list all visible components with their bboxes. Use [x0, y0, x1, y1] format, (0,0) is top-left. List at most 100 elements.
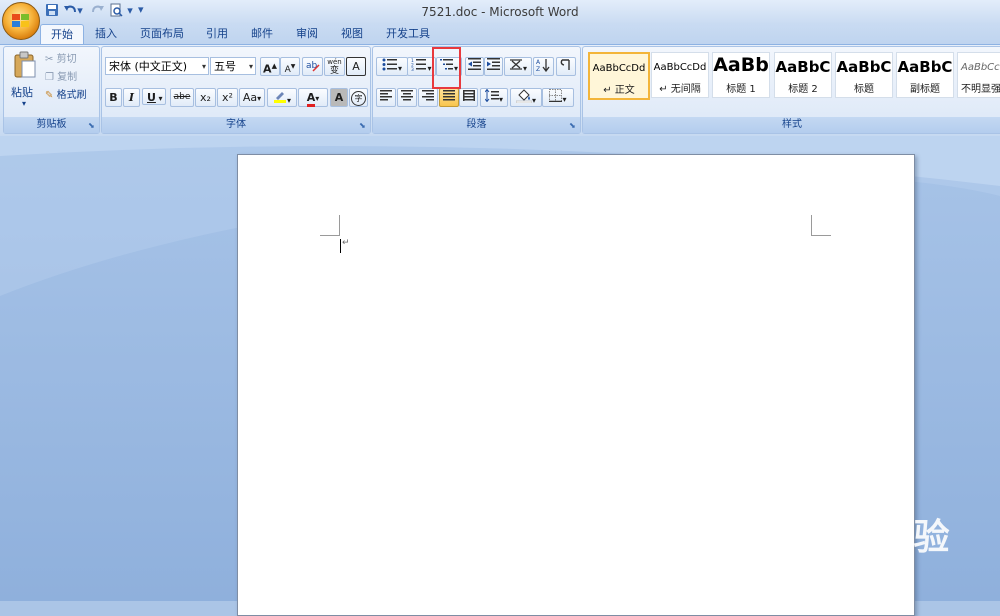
clear-formatting-button[interactable]: ab — [302, 57, 323, 76]
numbering-icon: 123 — [411, 58, 427, 73]
justify-button[interactable] — [439, 88, 459, 107]
paragraph-group: ▾ 1 2 3 ▾ ▾ ▾ AZ ▾ ▾ ▾ 段落 ⬊ — [372, 46, 581, 134]
window-title: 7521.doc - Microsoft Word — [421, 5, 579, 19]
style-normal-sample: AaBbCcDd — [592, 63, 646, 74]
borders-button[interactable]: ▾ — [542, 88, 574, 107]
tab-developer[interactable]: 开发工具 — [380, 24, 436, 44]
justify-icon — [443, 90, 455, 101]
enclose-characters-button[interactable]: 字 — [349, 88, 368, 107]
paragraph-mark: ↵ — [342, 238, 350, 248]
paintbrush-icon: ✎ — [45, 90, 54, 101]
copy-button[interactable]: ❐ 复制 — [44, 68, 98, 88]
decrease-indent-button[interactable] — [465, 57, 484, 76]
paragraph-dialog-launcher-icon[interactable]: ⬊ — [569, 122, 578, 131]
font-dialog-launcher-icon[interactable]: ⬊ — [359, 122, 368, 131]
watermark-url: jingyan.baidu.com — [772, 558, 911, 576]
sort-button[interactable]: AZ — [533, 57, 554, 76]
subscript-button[interactable]: x₂ — [195, 88, 216, 107]
align-right-icon — [422, 90, 434, 101]
grow-font-label: A — [263, 62, 272, 76]
font-group: 宋体 (中文正文) ▾ 五号 ▾ A▲ A▼ ab wén 变 A B I U ▾… — [101, 46, 371, 134]
strikethrough-button[interactable]: abe — [170, 88, 194, 107]
bold-button[interactable]: B — [105, 88, 122, 107]
underline-button[interactable]: U ▾ — [142, 88, 166, 105]
borders-dropdown-icon[interactable]: ▾ — [562, 95, 566, 104]
copy-icon: ❐ — [45, 72, 54, 83]
bullets-dropdown-icon[interactable]: ▾ — [398, 64, 402, 73]
cut-button[interactable]: ✂ 剪切 — [44, 50, 98, 70]
svg-text:A: A — [536, 59, 541, 66]
shading-dropdown-icon[interactable]: ▾ — [532, 96, 536, 105]
print-preview-icon[interactable] — [108, 3, 124, 19]
font-name-dropdown-icon[interactable]: ▾ — [202, 58, 206, 76]
style-subtle-emphasis-name: 不明显强 — [961, 84, 1000, 95]
tab-page-layout[interactable]: 页面布局 — [134, 24, 190, 44]
bullets-button[interactable]: ▾ — [376, 57, 408, 76]
crop-mark-top-right-h — [811, 235, 831, 236]
align-center-button[interactable] — [397, 88, 417, 107]
format-painter-button[interactable]: ✎ 格式刷 — [44, 86, 100, 106]
underline-dropdown-icon[interactable]: ▾ — [156, 94, 162, 103]
increase-indent-button[interactable] — [484, 57, 503, 76]
style-no-spacing-name: ↵ 无间隔 — [659, 84, 701, 95]
crop-mark-top-left-h — [320, 235, 340, 236]
show-paragraph-marks-button[interactable] — [556, 57, 576, 76]
redo-icon[interactable] — [90, 3, 106, 19]
style-normal[interactable]: AaBbCcDd ↵ 正文 — [588, 52, 650, 100]
character-border-button[interactable]: A — [346, 57, 366, 76]
align-left-button[interactable] — [376, 88, 396, 107]
change-case-dropdown-icon[interactable]: ▾ — [257, 94, 261, 103]
highlighter-icon — [273, 92, 286, 103]
paste-dropdown-icon[interactable]: ▾ — [22, 99, 26, 108]
change-case-button[interactable]: Aa▾ — [239, 88, 265, 107]
format-painter-label: 格式刷 — [56, 90, 87, 101]
font-size-combo[interactable]: 五号 ▾ — [210, 57, 256, 75]
font-color-label: A — [306, 92, 316, 107]
distributed-button[interactable] — [459, 88, 478, 107]
grow-font-button[interactable]: A▲ — [260, 57, 280, 76]
style-no-spacing[interactable]: AaBbCcDd ↵ 无间隔 — [651, 52, 709, 98]
style-heading-2[interactable]: AaBbC 标题 2 — [774, 52, 832, 98]
tab-review[interactable]: 审阅 — [289, 24, 325, 44]
numbering-dropdown-icon[interactable]: ▾ — [427, 64, 431, 73]
line-spacing-dropdown-icon[interactable]: ▾ — [499, 95, 503, 104]
chinese-layout-dropdown-icon[interactable]: ▾ — [523, 64, 527, 73]
italic-button[interactable]: I — [123, 88, 140, 107]
shrink-font-button[interactable]: A▼ — [280, 57, 300, 76]
quick-access-more-icon[interactable]: ▾ — [126, 3, 134, 19]
character-shading-button[interactable]: A — [330, 88, 348, 107]
crop-mark-top-left-v — [339, 215, 340, 236]
align-right-button[interactable] — [418, 88, 438, 107]
style-subtle-emphasis[interactable]: AaBbCcD 不明显强 — [957, 52, 1000, 98]
phonetic-guide-button[interactable]: wén 变 — [324, 57, 345, 76]
save-icon[interactable] — [44, 3, 60, 19]
paste-button[interactable]: 粘贴 ▾ — [10, 51, 40, 108]
shading-button[interactable]: ▾ — [510, 88, 542, 107]
tab-mailings[interactable]: 邮件 — [244, 24, 280, 44]
superscript-button[interactable]: x² — [217, 88, 238, 107]
font-color-button[interactable]: A▾ — [298, 88, 328, 107]
style-subtitle[interactable]: AaBbC 副标题 — [896, 52, 954, 98]
clipboard-dialog-launcher-icon[interactable]: ⬊ — [88, 122, 97, 131]
font-color-dropdown-icon[interactable]: ▾ — [315, 94, 319, 103]
font-size-dropdown-icon[interactable]: ▾ — [249, 58, 253, 76]
font-name-combo[interactable]: 宋体 (中文正文) ▾ — [105, 57, 209, 75]
highlight-dropdown-icon[interactable]: ▾ — [287, 96, 291, 105]
office-button[interactable] — [2, 2, 40, 40]
undo-dropdown-icon[interactable]: ▾ — [76, 3, 84, 19]
chinese-layout-button[interactable]: ▾ — [504, 57, 532, 76]
style-heading-1[interactable]: AaBb 标题 1 — [712, 52, 770, 98]
tab-insert[interactable]: 插入 — [88, 24, 124, 44]
crop-mark-top-right-v — [811, 215, 812, 236]
style-subtitle-sample: AaBbC — [897, 58, 953, 76]
tab-view[interactable]: 视图 — [334, 24, 370, 44]
style-title[interactable]: AaBbC 标题 — [835, 52, 893, 98]
text-highlight-button[interactable]: ▾ — [267, 88, 297, 107]
style-heading-2-sample: AaBbC — [775, 58, 831, 76]
character-border-label: A — [352, 60, 360, 73]
customize-dropdown-icon[interactable]: ▾ — [138, 3, 144, 16]
tab-home[interactable]: 开始 — [40, 24, 84, 45]
underline-label: U — [147, 91, 156, 104]
line-spacing-button[interactable]: ▾ — [480, 88, 508, 107]
tab-references[interactable]: 引用 — [199, 24, 235, 44]
